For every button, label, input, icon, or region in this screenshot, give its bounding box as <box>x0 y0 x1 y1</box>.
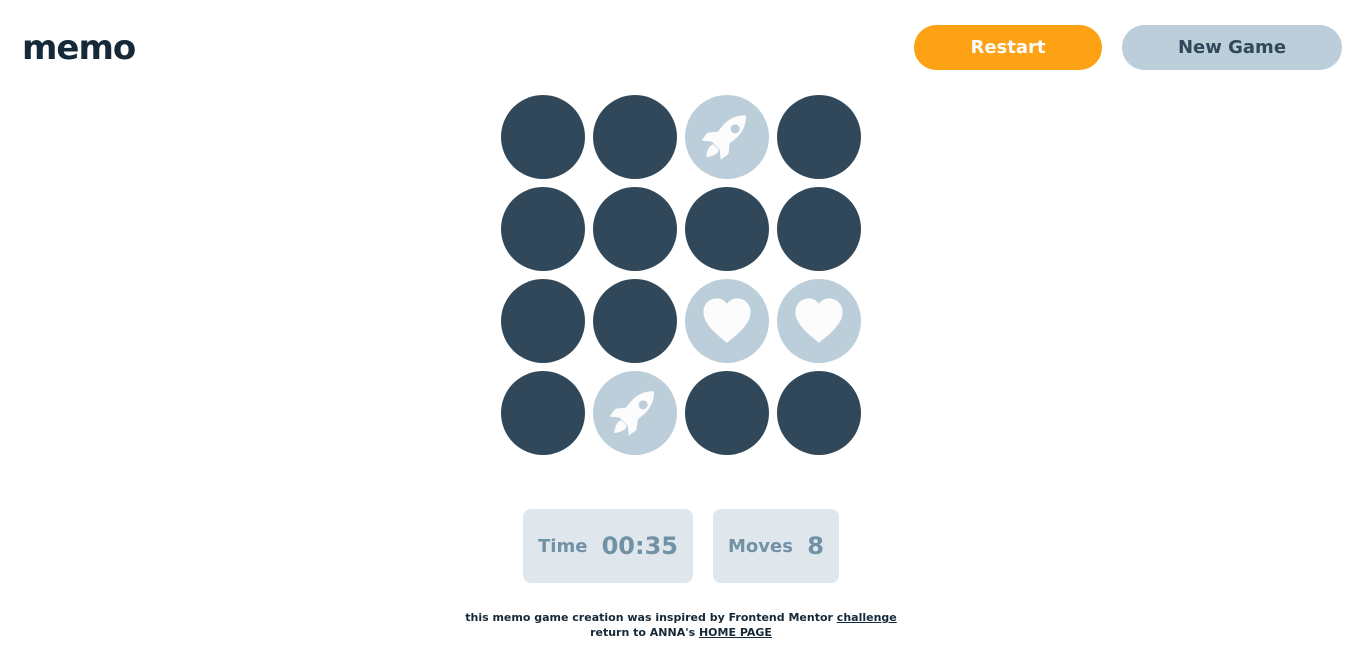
time-label: Time <box>538 535 588 557</box>
board-tile[interactable] <box>777 95 861 179</box>
board-tile[interactable] <box>593 95 677 179</box>
board-tile[interactable] <box>501 187 585 271</box>
heart-icon <box>790 292 848 350</box>
board-tile[interactable] <box>593 279 677 363</box>
board-tile[interactable] <box>685 187 769 271</box>
moves-label: Moves <box>728 535 793 557</box>
footer-home-text: return to ANNA's <box>590 626 696 639</box>
restart-button[interactable]: Restart <box>914 25 1102 70</box>
home-page-link[interactable]: HOME PAGE <box>699 626 772 639</box>
board-tile[interactable] <box>685 95 769 179</box>
footer-credit-text: this memo game creation was inspired by … <box>465 611 833 624</box>
rocket-icon <box>606 384 664 442</box>
board-tile[interactable] <box>593 187 677 271</box>
board-tile[interactable] <box>501 371 585 455</box>
new-game-button[interactable]: New Game <box>1122 25 1342 70</box>
game-board <box>501 95 861 455</box>
challenge-link[interactable]: challenge <box>837 611 897 624</box>
moves-value: 8 <box>807 532 824 560</box>
footer-line-home: return to ANNA's HOME PAGE <box>0 625 1362 640</box>
board-tile[interactable] <box>777 371 861 455</box>
board-tile[interactable] <box>777 187 861 271</box>
footer: this memo game creation was inspired by … <box>0 610 1362 640</box>
board-tile[interactable] <box>501 95 585 179</box>
header: memo Restart New Game <box>0 0 1362 95</box>
rocket-icon <box>698 108 756 166</box>
logo: memo <box>22 28 136 68</box>
time-value: 00:35 <box>601 532 678 560</box>
time-panel: Time 00:35 <box>523 509 693 583</box>
board-tile[interactable] <box>501 279 585 363</box>
board-tile[interactable] <box>685 371 769 455</box>
footer-line-credit: this memo game creation was inspired by … <box>0 610 1362 625</box>
heart-icon <box>698 292 756 350</box>
board-tile[interactable] <box>593 371 677 455</box>
board-tile[interactable] <box>777 279 861 363</box>
board-tile[interactable] <box>685 279 769 363</box>
moves-panel: Moves 8 <box>713 509 839 583</box>
